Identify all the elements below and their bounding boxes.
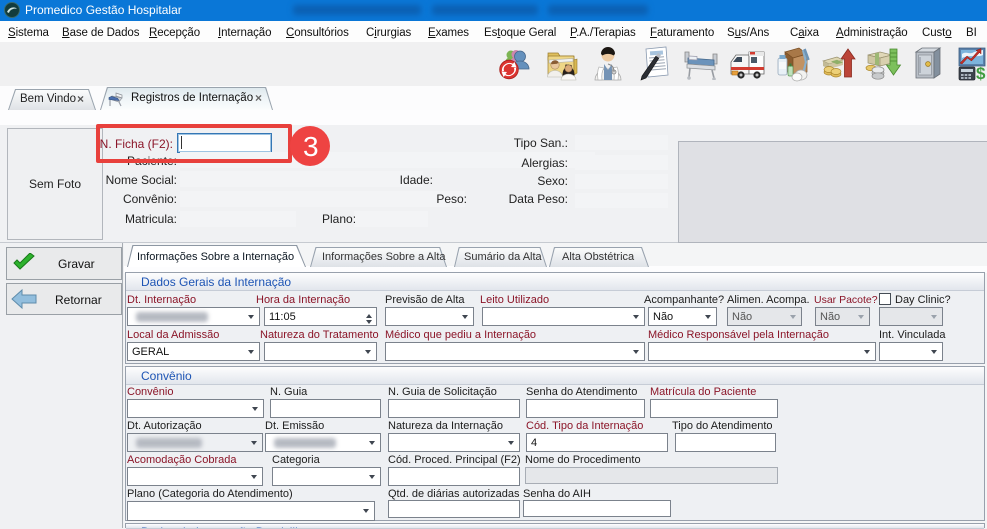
svg-text:$: $: [976, 64, 986, 82]
